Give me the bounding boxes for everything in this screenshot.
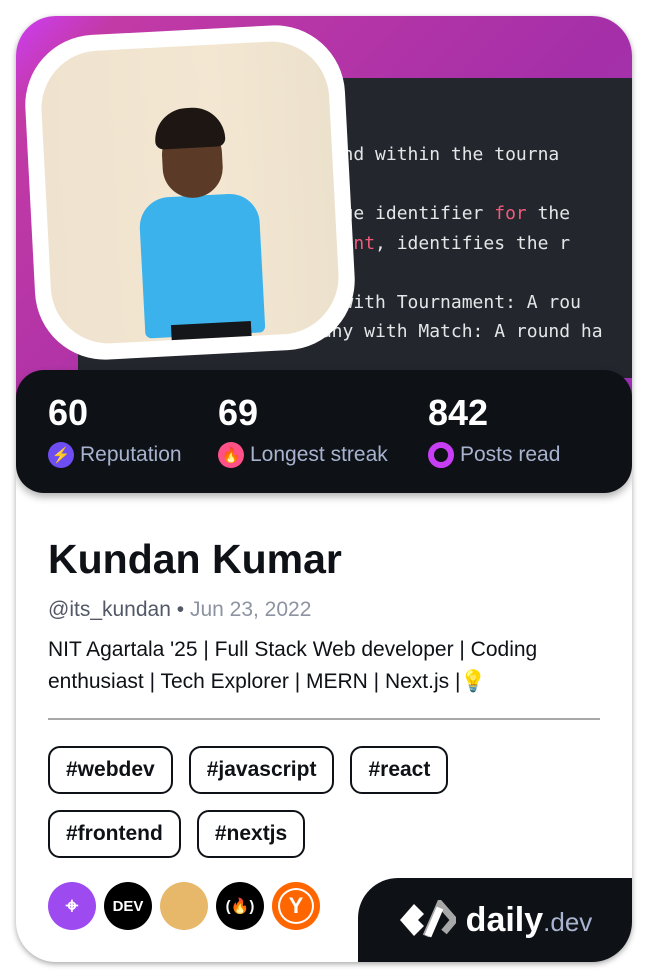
tag[interactable]: #webdev <box>48 746 173 794</box>
daily-dev-logo: daily.dev <box>358 878 632 962</box>
crosshair-source-icon[interactable]: ⌖ <box>48 882 96 930</box>
tag-list: #webdev #javascript #react #frontend #ne… <box>48 746 588 858</box>
source-list: ⌖ DEV (🔥) Y <box>48 882 320 930</box>
lightning-icon: ⚡ <box>48 442 74 468</box>
profile-meta: @its_kundan • Jun 23, 2022 <box>48 598 312 621</box>
daily-dev-logo-icon <box>399 900 456 938</box>
tag[interactable]: #javascript <box>188 746 335 794</box>
joined-date: Jun 23, 2022 <box>189 598 312 621</box>
stat-reputation: 60 ⚡ Reputation <box>48 392 182 468</box>
flame-icon: 🔥 <box>218 442 244 468</box>
avatar-frame <box>21 21 359 364</box>
code-line: : <box>310 170 632 200</box>
memoji-source-icon[interactable] <box>160 882 208 930</box>
profile-card: round within the tourna: nique identifier… <box>16 16 632 962</box>
ring-icon <box>428 442 454 468</box>
divider <box>48 718 600 720</box>
code-line: r: int, identifies the r <box>310 232 571 254</box>
avatar <box>38 38 342 347</box>
code-line: ps*: <box>310 258 632 288</box>
code-line: round within the tourna <box>310 144 560 165</box>
tag[interactable]: #react <box>350 746 449 794</box>
code-line: ne with Tournament: A rou <box>310 291 581 313</box>
tag[interactable]: #frontend <box>48 810 181 858</box>
stat-posts-read: 842 Posts read <box>428 392 561 468</box>
profile-name: Kundan Kumar <box>48 536 342 582</box>
dev-to-source-icon[interactable]: DEV <box>104 882 152 930</box>
hacker-news-source-icon[interactable]: Y <box>272 882 320 930</box>
profile-bio: NIT Agartala '25 | Full Stack Web develo… <box>48 638 538 693</box>
stat-longest-streak: 69 🔥 Longest streak <box>218 392 388 468</box>
code-line: nique identifier for the <box>310 203 571 224</box>
profile-handle: @its_kundan <box>48 598 171 621</box>
tag[interactable]: #nextjs <box>196 810 306 858</box>
stats-bar: 60 ⚡ Reputation 69 🔥 Longest streak 842 Po… <box>16 370 632 493</box>
code-line: Many with Match: A round ha <box>310 321 603 342</box>
freecodecamp-source-icon[interactable]: (🔥) <box>216 882 264 930</box>
